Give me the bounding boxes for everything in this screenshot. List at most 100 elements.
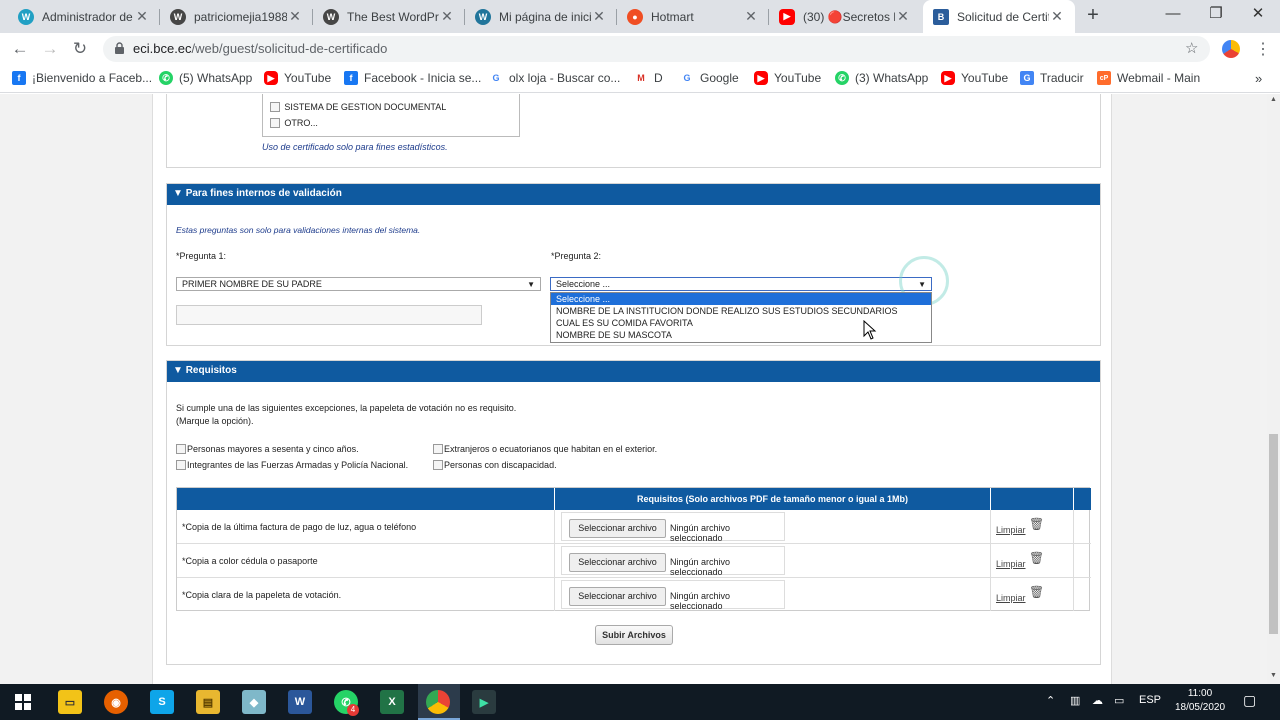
bookmark-olx[interactable]: Golx loja - Buscar co... bbox=[489, 71, 620, 85]
select-file-button[interactable]: Seleccionar archivo bbox=[569, 553, 666, 572]
dropdown-option[interactable]: NOMBRE DE LA INSTITUCION DONDE REALIZO S… bbox=[551, 305, 931, 317]
uso-note: Uso de certificado solo para fines estad… bbox=[262, 142, 448, 152]
bookmark-facebook[interactable]: f ¡Bienvenido a Faceb... bbox=[12, 71, 152, 85]
clear-link[interactable]: Limpiar bbox=[996, 559, 1026, 569]
trash-icon[interactable]: 🗑 bbox=[1029, 585, 1044, 599]
network-icon[interactable]: ▥ bbox=[1070, 694, 1080, 707]
bookmark-gmail[interactable]: MD bbox=[634, 71, 663, 85]
excel-icon[interactable]: X bbox=[380, 690, 404, 714]
select-file-button[interactable]: Seleccionar archivo bbox=[569, 519, 666, 538]
respuesta-1-input[interactable] bbox=[176, 305, 482, 325]
uso-certificado-panel: SISTEMA DE GESTION DOCUMENTAL OTRO... Us… bbox=[166, 94, 1101, 168]
select-file-button[interactable]: Seleccionar archivo bbox=[569, 587, 666, 606]
more-bookmarks-icon[interactable]: » bbox=[1255, 71, 1262, 86]
dropdown-option[interactable]: Seleccione ... bbox=[551, 293, 931, 305]
bookmark-youtube[interactable]: ▶ YouTube bbox=[264, 71, 331, 85]
clear-link[interactable]: Limpiar bbox=[996, 593, 1026, 603]
page-scrollbar[interactable]: ▲ ▼ bbox=[1267, 94, 1280, 684]
app-icon[interactable]: ◆ bbox=[242, 690, 266, 714]
column-divider bbox=[554, 510, 555, 544]
app-s-icon[interactable]: S bbox=[150, 690, 174, 714]
bookmark-youtube-3[interactable]: ▶ YouTube bbox=[941, 71, 1008, 85]
cloud-icon[interactable]: ☁ bbox=[1092, 694, 1103, 707]
clock[interactable]: 11:00 18/05/2020 bbox=[1170, 687, 1230, 715]
whatsapp-icon: ✆ bbox=[159, 71, 173, 85]
clear-link[interactable]: Limpiar bbox=[996, 525, 1026, 535]
requisitos-panel: ▼ Requisitos Si cumple una de las siguie… bbox=[166, 360, 1101, 665]
address-bar[interactable]: eci.bce.ec/web/guest/solicitud-de-certif… bbox=[103, 36, 1210, 62]
file-explorer-icon[interactable]: ▤ bbox=[196, 690, 220, 714]
column-divider bbox=[1073, 544, 1074, 578]
file-status: Ningún archivo seleccionado bbox=[670, 591, 731, 611]
window-close-icon[interactable]: ✕ bbox=[1238, 0, 1278, 30]
column-divider bbox=[990, 578, 991, 611]
trash-icon[interactable]: 🗑 bbox=[1029, 517, 1044, 531]
option-sistema: SISTEMA DE GESTION DOCUMENTAL bbox=[270, 99, 446, 113]
star-icon[interactable]: ☆ bbox=[1185, 39, 1198, 57]
youtube-icon: ▶ bbox=[779, 8, 795, 25]
close-icon[interactable]: ✕ bbox=[895, 8, 911, 25]
trash-icon[interactable]: 🗑 bbox=[1029, 551, 1044, 565]
tab-administrador[interactable]: W Administrador de ✕ bbox=[8, 0, 160, 33]
windows-start-icon[interactable] bbox=[15, 694, 31, 710]
forward-arrow-icon[interactable]: → bbox=[39, 38, 61, 60]
windows-taskbar: ▭ ◉ S ▤ ◆ W ✆ 4 X ▶ ⌃ ▥ ☁ ▭ ESP 11:00 18… bbox=[0, 684, 1280, 720]
profile-avatar[interactable] bbox=[1222, 40, 1240, 58]
bookmark-youtube-2[interactable]: ▶ YouTube bbox=[754, 71, 821, 85]
tab-hotmart[interactable]: ● Hotmart ✕ bbox=[617, 0, 769, 33]
tab-secretos[interactable]: ▶ (30) 🔴Secretos R ✕ bbox=[769, 0, 921, 33]
menu-icon[interactable]: ⋮ bbox=[1255, 39, 1271, 59]
close-icon[interactable]: ✕ bbox=[743, 8, 759, 25]
language-indicator[interactable]: ESP bbox=[1139, 694, 1161, 706]
checkbox-fuerzas[interactable] bbox=[176, 459, 186, 470]
close-icon[interactable]: ✕ bbox=[439, 8, 455, 25]
tab-solicitud[interactable]: B Solicitud de Certifi ✕ bbox=[923, 0, 1075, 33]
scroll-up-icon[interactable]: ▲ bbox=[1270, 96, 1277, 103]
bookmark-whatsapp[interactable]: ✆ (5) WhatsApp bbox=[159, 71, 252, 85]
checkbox-mayores[interactable] bbox=[176, 443, 186, 454]
validacion-header[interactable]: ▼ Para fines internos de validación bbox=[167, 184, 1100, 205]
checkbox-extranjeros[interactable] bbox=[433, 443, 443, 454]
scrollbar-thumb[interactable] bbox=[1269, 434, 1278, 634]
firefox-icon[interactable]: ◉ bbox=[104, 690, 128, 714]
bookmark-whatsapp-2[interactable]: ✆ (3) WhatsApp bbox=[835, 71, 928, 85]
back-arrow-icon[interactable]: ← bbox=[9, 38, 31, 60]
checkbox-otro[interactable] bbox=[270, 117, 280, 128]
wordpress-icon: W bbox=[170, 8, 186, 25]
exception-extranjeros: Extranjeros o ecuatorianos que habitan e… bbox=[433, 441, 657, 455]
tab-best-wordpress[interactable]: W The Best WordPre ✕ bbox=[313, 0, 465, 33]
word-icon[interactable]: W bbox=[288, 690, 312, 714]
notifications-icon[interactable]: ▢ bbox=[1243, 692, 1256, 709]
close-icon[interactable]: ✕ bbox=[287, 8, 303, 25]
requisitos-header[interactable]: ▼ Requisitos bbox=[167, 361, 1100, 382]
close-icon[interactable]: ✕ bbox=[134, 8, 150, 25]
upload-files-button[interactable]: Subir Archivos bbox=[595, 625, 673, 645]
minimize-icon[interactable]: — bbox=[1153, 0, 1193, 30]
app-icon[interactable]: ▶ bbox=[472, 690, 496, 714]
bookmark-google[interactable]: G Google bbox=[680, 71, 739, 85]
close-icon[interactable]: ✕ bbox=[591, 8, 607, 25]
new-tab-button[interactable]: + bbox=[1083, 4, 1103, 28]
pregunta-1-select[interactable]: PRIMER NOMBRE DE SU PADRE ▼ bbox=[176, 277, 541, 291]
lock-icon bbox=[115, 42, 124, 54]
wordpress-icon: W bbox=[323, 8, 339, 25]
app-icon[interactable]: ▭ bbox=[58, 690, 82, 714]
bookmark-webmail[interactable]: cP Webmail - Main bbox=[1097, 71, 1200, 85]
pregunta-2-select[interactable]: Seleccione ... ▼ bbox=[550, 277, 932, 291]
bookmark-facebook-inicia[interactable]: f Facebook - Inicia se... bbox=[344, 71, 481, 85]
maximize-icon[interactable]: ❐ bbox=[1196, 0, 1236, 30]
google-icon: G bbox=[680, 71, 694, 85]
tab-mi-pagina[interactable]: W Mi página de inicio ✕ bbox=[465, 0, 617, 33]
checkbox-discapacidad[interactable] bbox=[433, 459, 443, 470]
tab-patriciomejia[interactable]: W patriciomejia1988 ✕ bbox=[160, 0, 313, 33]
close-icon[interactable]: ✕ bbox=[1049, 8, 1065, 25]
table-header: Requisitos (Solo archivos PDF de tamaño … bbox=[636, 494, 909, 504]
reload-icon[interactable]: ↻ bbox=[69, 38, 91, 60]
requisitos-intro: Si cumple una de las siguientes excepcio… bbox=[176, 403, 517, 413]
checkbox-sistema[interactable] bbox=[270, 101, 280, 112]
scroll-down-icon[interactable]: ▼ bbox=[1270, 672, 1277, 679]
chevron-up-icon[interactable]: ⌃ bbox=[1046, 694, 1055, 707]
chrome-icon[interactable] bbox=[426, 690, 450, 714]
bookmark-traducir[interactable]: G Traducir bbox=[1020, 71, 1084, 85]
battery-icon[interactable]: ▭ bbox=[1114, 694, 1124, 707]
